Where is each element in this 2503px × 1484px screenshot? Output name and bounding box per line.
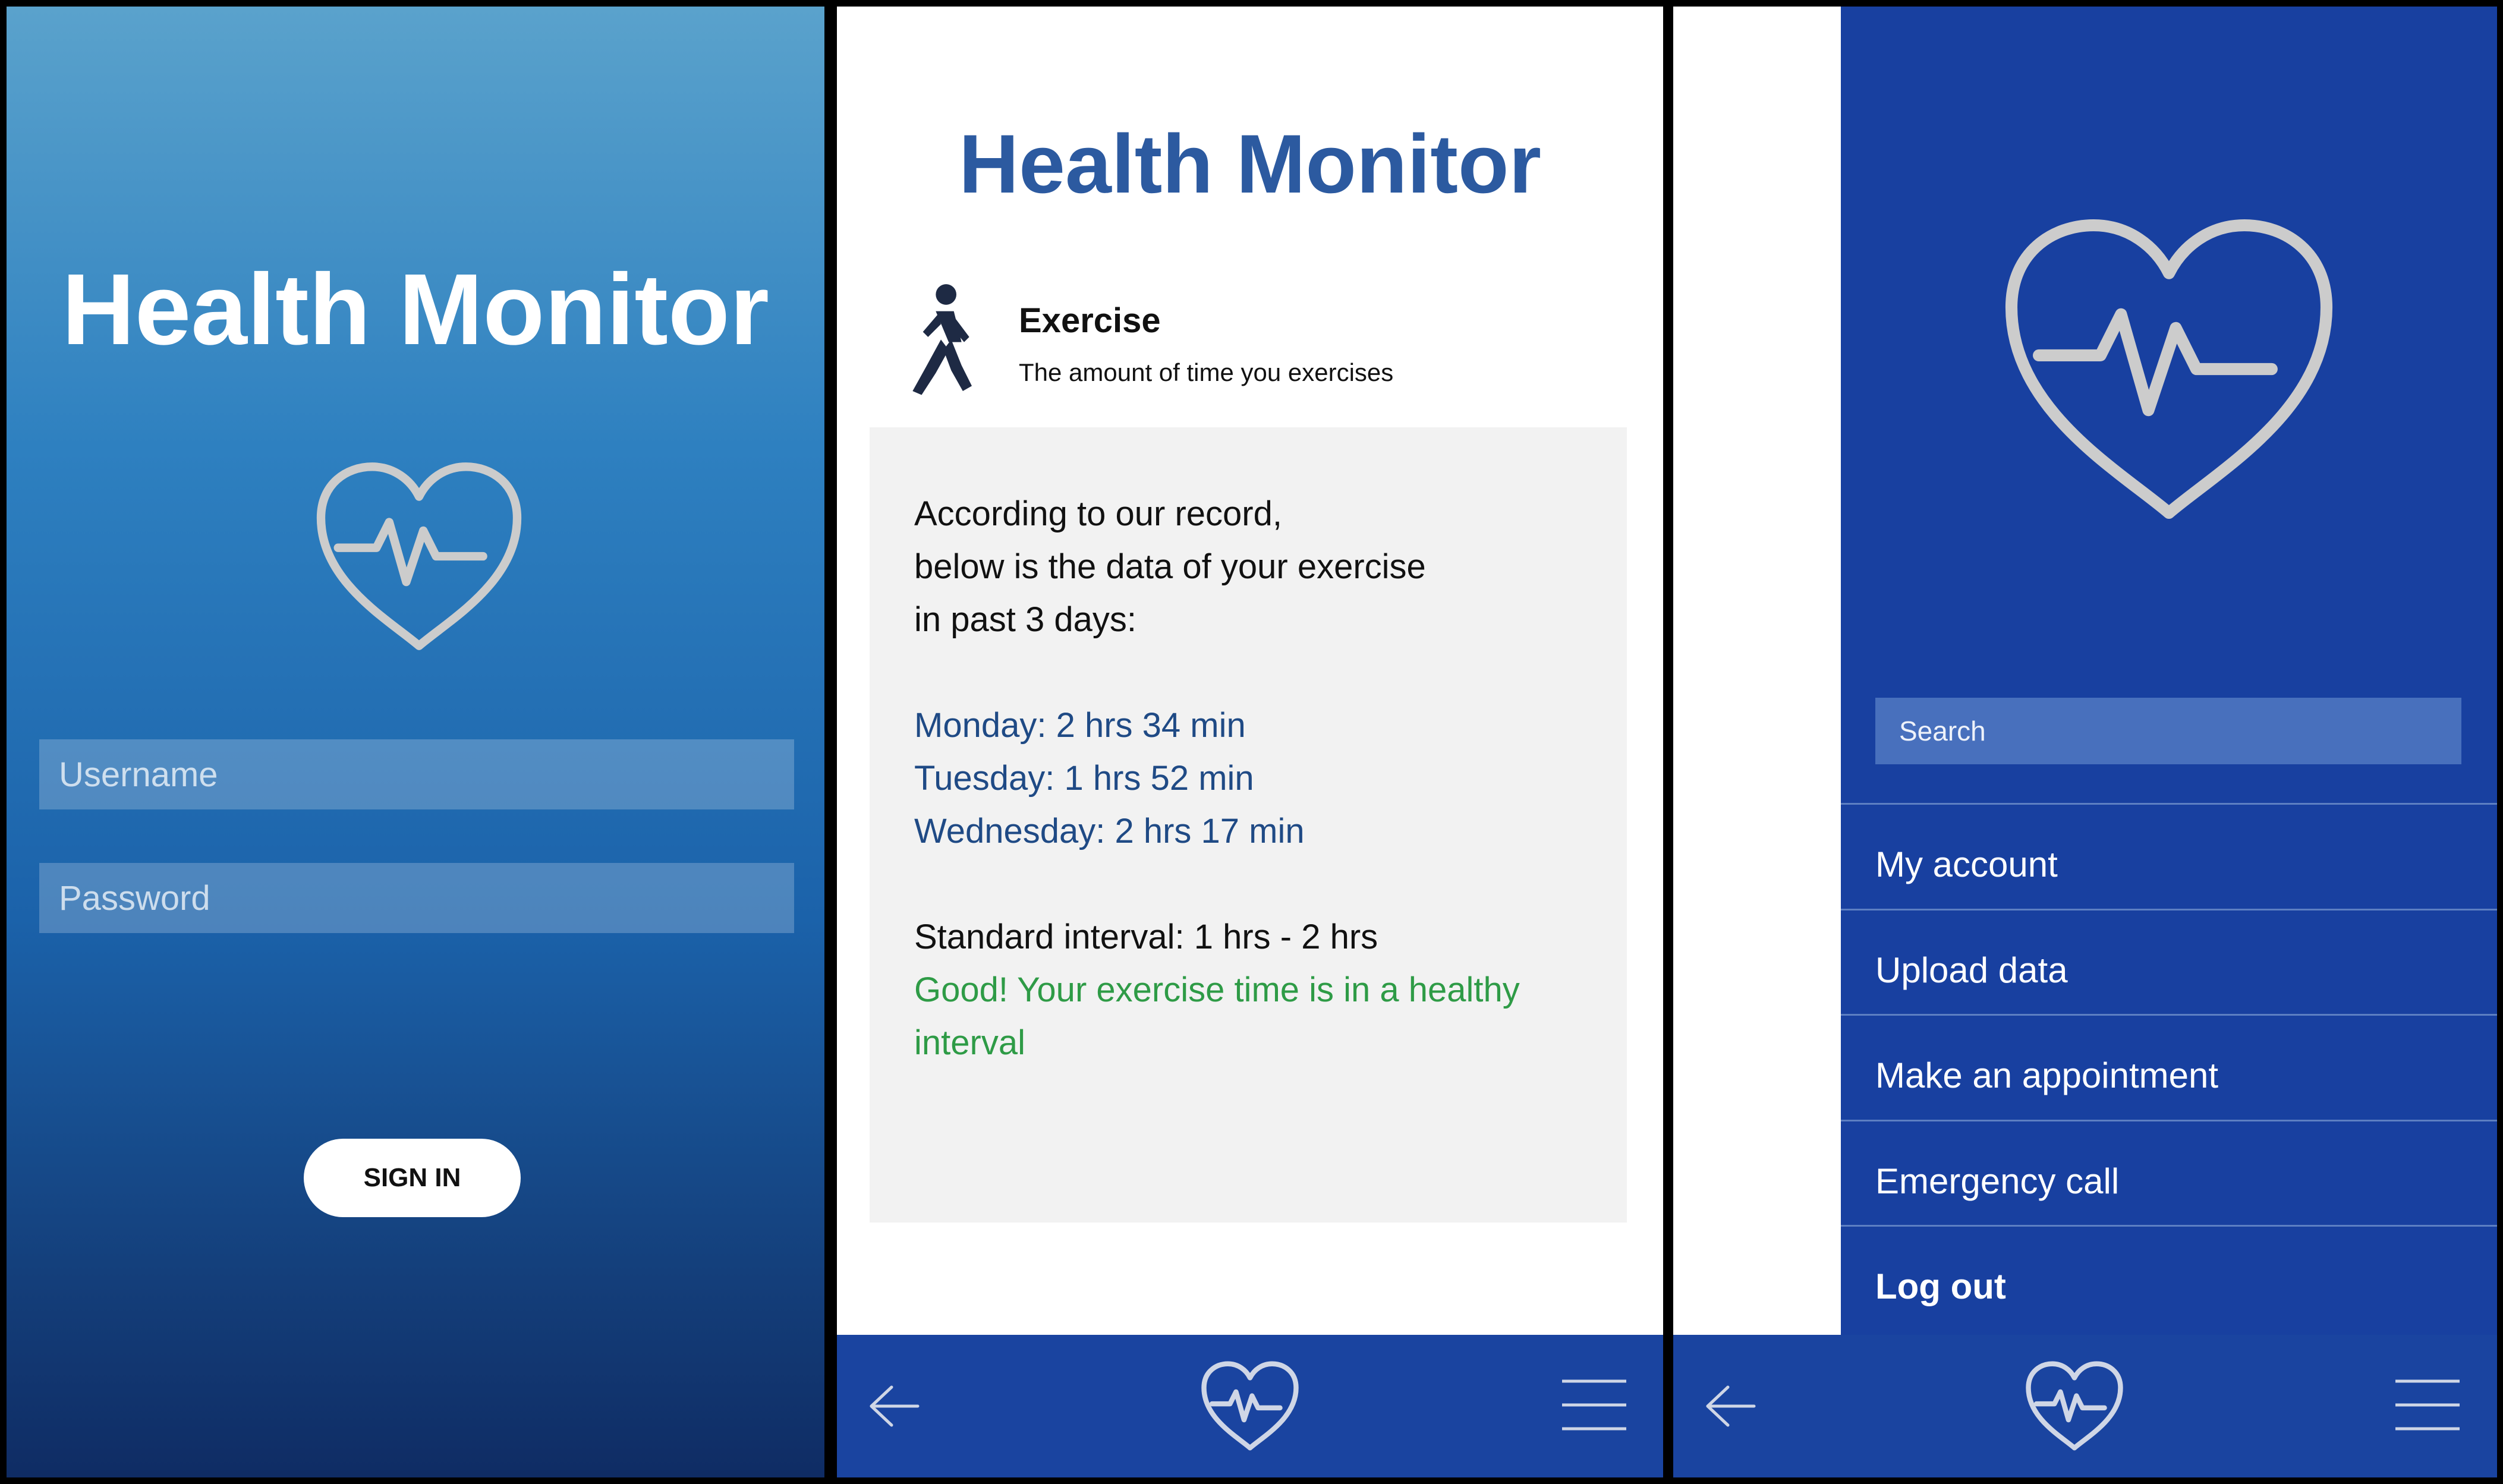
day-record-monday: Monday: 2 hrs 34 min (914, 706, 1246, 745)
arrow-left-icon[interactable] (867, 1382, 920, 1430)
menu-item-make-appointment[interactable]: Make an appointment (1875, 1023, 2470, 1127)
section-title: Exercise (1019, 301, 1161, 340)
heart-pulse-icon[interactable] (1199, 1360, 1301, 1452)
hamburger-menu-icon[interactable] (1561, 1378, 1627, 1432)
bottom-nav-bar (837, 1335, 1663, 1477)
divider (1841, 1014, 2497, 1016)
password-input[interactable] (39, 863, 794, 933)
divider (1841, 1120, 2497, 1121)
menu-item-my-account[interactable]: My account (1875, 812, 2470, 916)
menu-item-emergency-call[interactable]: Emergency call (1875, 1129, 2470, 1233)
hamburger-menu-icon[interactable] (2394, 1378, 2461, 1432)
menu-item-log-out[interactable]: Log out (1875, 1234, 2470, 1338)
walking-person-icon (912, 284, 972, 395)
page-title: Health Monitor (959, 117, 1541, 210)
exercise-data-card: According to our record, below is the da… (870, 427, 1627, 1223)
standard-interval: Standard interval: 1 hrs - 2 hrs (914, 918, 1378, 956)
divider (1841, 803, 2497, 805)
verdict-line: interval (914, 1023, 1025, 1062)
intro-line: in past 3 days: (914, 600, 1136, 639)
app-title: Health Monitor (62, 253, 769, 366)
exercise-screen: Health Monitor Exercise The amount of ti… (837, 7, 1663, 1477)
arrow-left-icon[interactable] (1703, 1382, 1756, 1430)
side-drawer: My account Upload data Make an appointme… (1841, 7, 2497, 1338)
heart-pulse-icon (2005, 219, 2333, 519)
intro-line: According to our record, (914, 494, 1282, 533)
intro-line: below is the data of your exercise (914, 547, 1426, 586)
divider (1841, 1225, 2497, 1227)
sign-in-button[interactable]: SIGN IN (304, 1139, 521, 1217)
section-subtitle: The amount of time you exercises (1019, 358, 1394, 386)
menu-item-upload-data[interactable]: Upload data (1875, 918, 2470, 1022)
username-input[interactable] (39, 739, 794, 809)
day-record-tuesday: Tuesday: 1 hrs 52 min (914, 759, 1254, 798)
bottom-nav-bar (1673, 1335, 2497, 1477)
login-screen: Health Monitor SIGN IN (7, 7, 824, 1477)
heart-pulse-icon (316, 462, 522, 650)
search-input[interactable] (1875, 698, 2461, 764)
menu-screen: My account Upload data Make an appointme… (1673, 7, 2497, 1477)
heart-pulse-icon[interactable] (2024, 1360, 2125, 1452)
day-record-wednesday: Wednesday: 2 hrs 17 min (914, 812, 1305, 850)
verdict-line: Good! Your exercise time is in a healthy (914, 971, 1520, 1009)
divider (1841, 909, 2497, 910)
